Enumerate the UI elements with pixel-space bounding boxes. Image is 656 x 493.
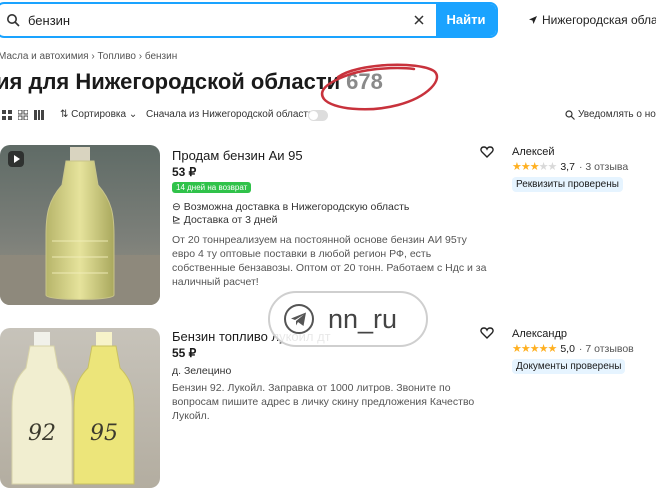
video-icon [8,151,24,167]
sort-dropdown[interactable]: ⇅ Сортировка ⌄ [60,109,137,120]
return-badge: 14 дней на возврат [172,182,252,193]
listing-title[interactable]: Продам бензин Аи 95 [172,148,303,163]
bottle-label-95: 95 [90,421,118,446]
listing-location: д. Зелецино [172,365,232,377]
review-count[interactable]: · 3 отзыва [579,161,628,173]
verified-badge: Документы проверены [512,359,626,374]
star-rating-icon: ★★★★★ [512,343,557,355]
toolbar: ⇅ Сортировка ⌄ Сначала из Нижегородской … [0,108,656,124]
notify-button[interactable]: Уведомлять о нов [565,109,656,120]
listing-photo[interactable] [0,145,160,305]
fuel-bottles-photo: 92 95 [0,328,160,488]
region-selector[interactable]: Нижегородская област [528,13,656,27]
close-icon[interactable] [412,13,426,27]
listing-price: 55 ₽ [172,346,197,360]
seller-rating: ★★★★★ 5,0 · 7 отзывов [512,342,634,356]
listing-description: От 20 тоннреализуем на постоянной основе… [172,234,487,288]
delivery-time: ⊵ Доставка от 3 дней [172,214,278,226]
search-icon [565,109,575,120]
view-switcher[interactable] [2,110,44,120]
notify-label: Уведомлять о нов [578,109,656,120]
near-first-label: Сначала из Нижегородской области [146,109,314,120]
seller-name[interactable]: Алексей [512,146,555,158]
watermark-text: nn_ru [328,303,398,334]
page-title-text: ия для Нижегородской области [0,69,341,94]
region-label: Нижегородская област [542,13,656,27]
fuel-bottle-photo [0,145,160,305]
watermark: nn_ru [268,291,428,347]
delivery-region: ⊖ Возможна доставка в Нижегородскую обла… [172,201,410,213]
search-icon [7,14,20,27]
search-input[interactable]: бензин [28,13,70,28]
listing-description: Бензин 92. Лукойл. Заправка от 1000 литр… [172,382,475,422]
truck-icon: ⊵ [172,214,184,226]
review-count[interactable]: · 7 отзывов [579,343,634,355]
seller-name[interactable]: Александр [512,328,567,340]
breadcrumb[interactable]: Масла и автохимия › Топливо › бензин [0,51,177,62]
verified-badge: Реквизиты проверены [512,177,623,192]
seller-rating: ★★★★★ 3,7 · 3 отзыва [512,160,628,174]
rating-value: 3,7 [560,160,575,173]
grid-view-icon[interactable] [2,110,12,120]
near-first-toggle[interactable] [308,110,328,121]
chevron-down-icon: ⌄ [128,109,138,120]
delivery-icon: ⊖ [172,201,184,213]
favorite-heart-icon[interactable] [480,145,494,159]
listing-photo[interactable]: 92 95 [0,328,160,488]
search-button[interactable]: Найти [436,4,496,36]
sort-label: Сортировка [71,109,127,120]
location-arrow-icon [529,16,537,24]
bottle-label-92: 92 [28,421,56,446]
favorite-heart-icon[interactable] [480,326,494,340]
search-bar[interactable]: бензин Найти [0,2,498,38]
star-rating-icon: ★★★★★ [512,161,557,173]
sort-icon: ⇅ [60,109,69,120]
list-view-icon[interactable] [34,110,44,120]
telegram-icon [284,304,314,334]
tile-view-icon[interactable] [18,110,28,120]
rating-value: 5,0 [560,342,575,355]
listing-price: 53 ₽ [172,165,197,179]
